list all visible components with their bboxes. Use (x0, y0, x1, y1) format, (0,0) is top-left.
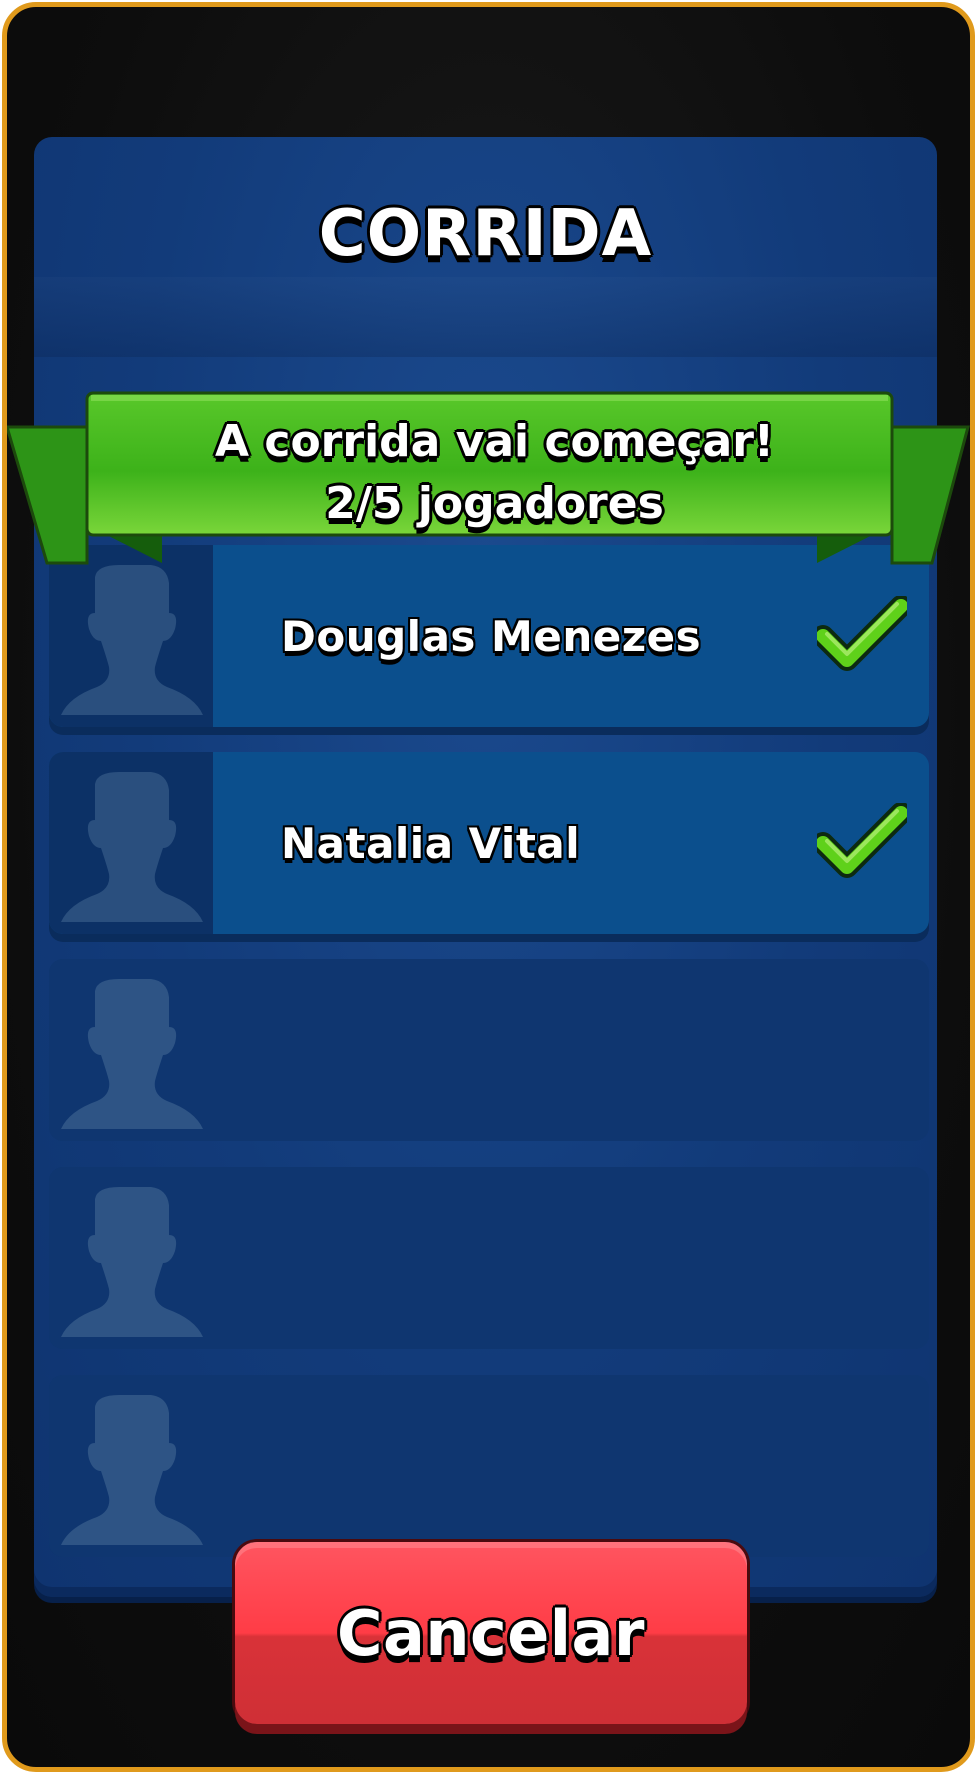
silhouette-icon (61, 565, 203, 715)
race-lobby-panel: CORRIDA Douglas Menezes Natalia Vital (34, 137, 937, 1597)
silhouette-icon (61, 1395, 203, 1545)
player-slot-2: Natalia Vital (49, 752, 929, 934)
check-icon (817, 596, 907, 671)
avatar-placeholder (49, 959, 213, 1141)
ribbon-text: A corrida vai começar! 2/5 jogadores (7, 411, 970, 535)
avatar-placeholder (49, 1167, 213, 1349)
panel-title: CORRIDA (318, 197, 653, 271)
silhouette-icon (61, 772, 203, 922)
check-icon (817, 803, 907, 878)
player-slot-4 (49, 1167, 929, 1349)
silhouette-icon (61, 1187, 203, 1337)
player-name: Natalia Vital (281, 818, 581, 868)
cancel-button[interactable]: Cancelar (235, 1542, 747, 1724)
player-slot-5 (49, 1375, 929, 1557)
avatar-placeholder (49, 752, 213, 934)
device-frame: CORRIDA Douglas Menezes Natalia Vital A … (2, 2, 975, 1772)
title-strip (34, 277, 937, 357)
player-count: 2/5 jogadores (325, 478, 664, 529)
cancel-button-label: Cancelar (337, 1596, 645, 1670)
silhouette-icon (61, 979, 203, 1129)
ribbon-headline: A corrida vai começar! (215, 416, 774, 467)
avatar-placeholder (49, 1375, 213, 1557)
player-slot-3 (49, 959, 929, 1141)
